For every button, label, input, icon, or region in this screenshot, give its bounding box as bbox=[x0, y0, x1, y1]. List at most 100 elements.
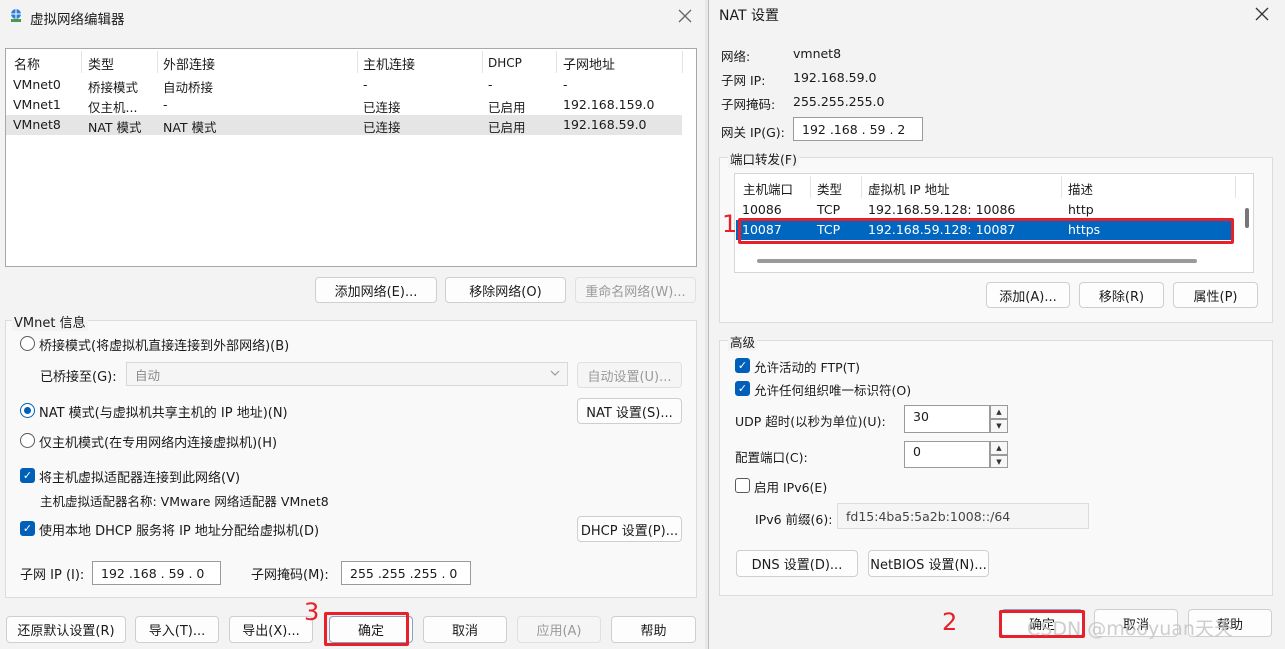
connect-adapter-checkbox[interactable]: ✓ bbox=[20, 468, 35, 483]
remove-port-button[interactable]: 移除(R) bbox=[1079, 282, 1164, 308]
restore-defaults-button[interactable]: 还原默认设置(R) bbox=[6, 616, 126, 643]
column-header[interactable]: 类型 bbox=[817, 179, 842, 198]
add-network-button[interactable]: 添加网络(E)... bbox=[315, 277, 437, 303]
column-divider bbox=[482, 51, 483, 73]
annotation-highlight bbox=[738, 218, 1234, 244]
column-header[interactable]: 外部连接 bbox=[163, 54, 215, 73]
table-row[interactable]: 10086 TCP 192.168.59.128: 10086 http bbox=[735, 200, 1235, 220]
subnet-ip-field[interactable]: 192 .168 . 59 . 0 bbox=[92, 561, 221, 585]
config-port-up[interactable]: ▲ bbox=[990, 441, 1008, 455]
cell: - bbox=[563, 77, 568, 92]
column-header[interactable]: 名称 bbox=[14, 54, 40, 73]
close-icon[interactable] bbox=[1255, 7, 1269, 21]
bridged-radio[interactable] bbox=[20, 336, 35, 351]
cell: 自动桥接 bbox=[163, 80, 214, 95]
add-port-button[interactable]: 添加(A)... bbox=[986, 282, 1070, 308]
cell: 桥接模式 bbox=[88, 80, 139, 95]
config-port-label: 配置端口(C): bbox=[735, 450, 808, 465]
apply-button[interactable]: 应用(A) bbox=[517, 616, 601, 643]
virtual-network-editor-window: 虚拟网络编辑器 名称 类型 外部连接 主机连接 DHCP 子网地址 VMnet0… bbox=[0, 0, 705, 649]
udp-timeout-label: UDP 超时(以秒为单位)(U): bbox=[735, 414, 886, 429]
window-title: 虚拟网络编辑器 bbox=[30, 12, 125, 28]
config-port-input[interactable]: 0 bbox=[904, 441, 990, 468]
app-icon bbox=[8, 8, 24, 24]
use-dhcp-checkbox[interactable]: ✓ bbox=[20, 521, 35, 536]
auto-settings-button[interactable]: 自动设置(U)... bbox=[577, 362, 682, 388]
bridged-to-select[interactable]: 自动 bbox=[126, 362, 568, 386]
cell: 192.168.59.128: 10086 bbox=[868, 202, 1016, 217]
use-dhcp-label: 使用本地 DHCP 服务将 IP 地址分配给虚拟机(D) bbox=[39, 524, 320, 539]
export-button[interactable]: 导出(X)... bbox=[229, 616, 313, 643]
advanced-legend: 高级 bbox=[728, 332, 758, 351]
host-only-radio[interactable] bbox=[20, 433, 35, 448]
subnet-mask-value: 255.255.255.0 bbox=[793, 94, 885, 109]
rename-network-button[interactable]: 重命名网络(W)... bbox=[575, 277, 696, 303]
gateway-field[interactable]: 192 .168 . 59 . 2 bbox=[793, 117, 923, 141]
annotation-number: 3 bbox=[304, 598, 320, 626]
allow-oui-label: 允许任何组织唯一标识符(O) bbox=[754, 383, 912, 398]
bridged-to-label: 已桥接至(G): bbox=[40, 370, 117, 385]
column-divider bbox=[357, 51, 358, 73]
ipv6-prefix-label: IPv6 前缀(6): bbox=[755, 512, 833, 527]
cell: VMnet1 bbox=[13, 97, 61, 112]
udp-timeout-up[interactable]: ▲ bbox=[990, 405, 1008, 419]
table-row[interactable]: VMnet0 桥接模式 自动桥接 - - - bbox=[6, 75, 682, 95]
netbios-settings-button[interactable]: NetBIOS 设置(N)... bbox=[868, 550, 989, 577]
column-header[interactable]: 子网地址 bbox=[563, 54, 615, 73]
allow-ftp-checkbox[interactable]: ✓ bbox=[735, 358, 750, 373]
column-header[interactable]: 类型 bbox=[88, 54, 114, 73]
column-divider bbox=[1235, 176, 1236, 198]
udp-timeout-input[interactable]: 30 bbox=[904, 405, 990, 433]
config-port-down[interactable]: ▼ bbox=[990, 455, 1008, 468]
close-icon[interactable] bbox=[678, 9, 692, 23]
subnet-ip-label: 子网 IP: bbox=[721, 73, 766, 88]
table-row-selected[interactable]: VMnet8 NAT 模式 NAT 模式 已连接 已启用 192.168.59.… bbox=[6, 115, 682, 135]
port-properties-button[interactable]: 属性(P) bbox=[1173, 282, 1258, 308]
subnet-mask-label: 子网掩码: bbox=[721, 97, 776, 112]
nat-label: NAT 模式(与虚拟机共享主机的 IP 地址)(N) bbox=[39, 406, 288, 421]
bridged-label: 桥接模式(将虚拟机直接连接到外部网络)(B) bbox=[39, 339, 290, 354]
column-header[interactable]: 主机端口 bbox=[743, 179, 793, 198]
nat-settings-button[interactable]: NAT 设置(S)... bbox=[577, 398, 682, 424]
help-button[interactable]: 帮助 bbox=[611, 616, 696, 643]
remove-network-button[interactable]: 移除网络(O) bbox=[445, 277, 566, 303]
udp-timeout-down[interactable]: ▼ bbox=[990, 419, 1008, 433]
cell: TCP bbox=[817, 202, 841, 217]
ipv6-prefix-field[interactable]: fd15:4ba5:5a2b:1008::/64 bbox=[837, 503, 1089, 529]
network-value: vmnet8 bbox=[793, 46, 842, 61]
enable-ipv6-label: 启用 IPv6(E) bbox=[754, 480, 828, 495]
cell: 已启用 bbox=[488, 120, 526, 135]
cell: NAT 模式 bbox=[88, 120, 142, 135]
cell: 已启用 bbox=[488, 100, 526, 115]
cell: 192.168.59.0 bbox=[563, 117, 647, 132]
dns-settings-button[interactable]: DNS 设置(D)... bbox=[736, 550, 858, 577]
network-label: 网络: bbox=[721, 49, 751, 64]
column-header[interactable]: DHCP bbox=[488, 56, 522, 70]
connect-adapter-label: 将主机虚拟适配器连接到此网络(V) bbox=[39, 471, 241, 486]
cell: http bbox=[1068, 202, 1094, 217]
nat-radio[interactable] bbox=[20, 403, 35, 418]
cell: 仅主机... bbox=[88, 100, 138, 115]
subnet-mask-field[interactable]: 255 .255 .255 . 0 bbox=[341, 561, 471, 585]
column-header[interactable]: 主机连接 bbox=[363, 54, 415, 73]
dhcp-settings-button[interactable]: DHCP 设置(P)... bbox=[577, 516, 682, 542]
cell: - bbox=[163, 97, 168, 112]
column-divider bbox=[1061, 176, 1062, 198]
import-button[interactable]: 导入(T)... bbox=[135, 616, 219, 643]
column-divider bbox=[81, 51, 82, 73]
enable-ipv6-checkbox[interactable] bbox=[735, 478, 750, 493]
column-divider bbox=[556, 51, 557, 73]
column-header[interactable]: 描述 bbox=[1068, 179, 1093, 198]
horizontal-scrollbar[interactable] bbox=[757, 259, 1197, 263]
allow-oui-checkbox[interactable]: ✓ bbox=[735, 381, 750, 396]
cell: - bbox=[488, 77, 493, 92]
nat-settings-window: NAT 设置 网络: vmnet8 子网 IP: 192.168.59.0 子网… bbox=[708, 0, 1285, 649]
cell: - bbox=[363, 77, 368, 92]
table-row[interactable]: VMnet1 仅主机... - 已连接 已启用 192.168.159.0 bbox=[6, 95, 682, 115]
cancel-button[interactable]: 取消 bbox=[423, 616, 507, 643]
vmnet-info-legend: VMnet 信息 bbox=[12, 312, 88, 331]
cell: 已连接 bbox=[363, 100, 401, 115]
column-header[interactable]: 虚拟机 IP 地址 bbox=[868, 179, 950, 198]
vertical-scrollbar[interactable] bbox=[1245, 208, 1249, 228]
cell: VMnet0 bbox=[13, 77, 61, 92]
